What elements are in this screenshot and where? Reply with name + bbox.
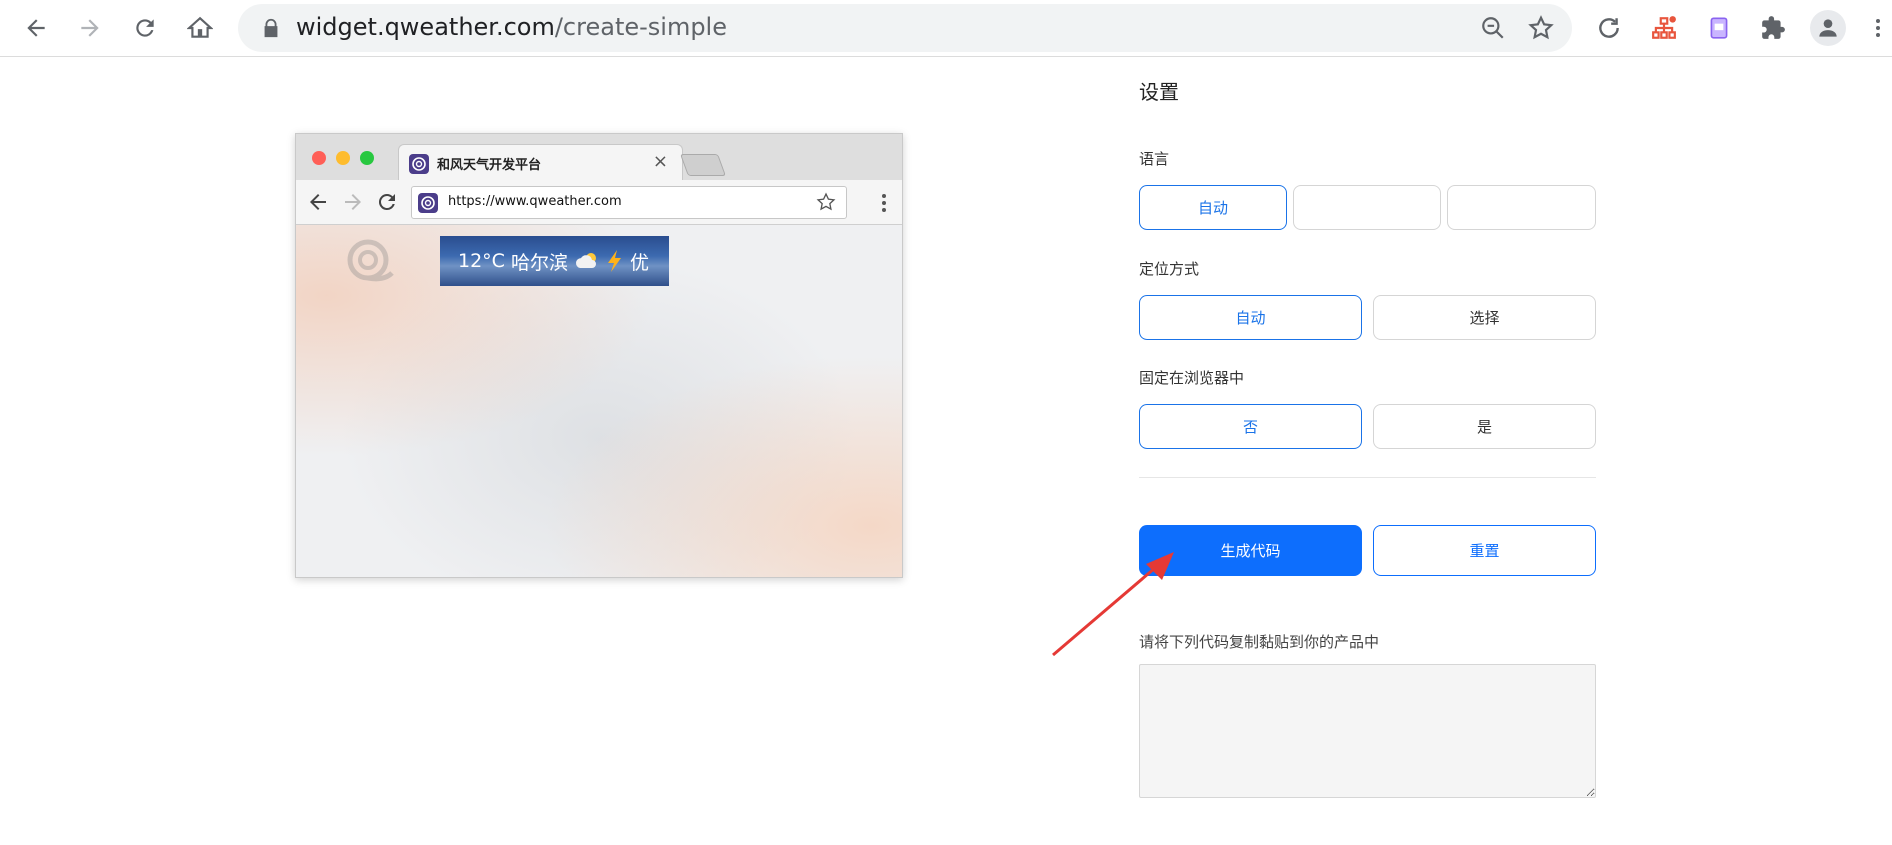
divider <box>1139 477 1596 478</box>
home-icon <box>187 16 213 38</box>
home-button[interactable] <box>182 10 218 46</box>
language-option-2[interactable] <box>1293 185 1441 230</box>
reload-button[interactable] <box>127 10 163 46</box>
reset-button[interactable]: 重置 <box>1373 525 1596 576</box>
widget-air-quality: 优 <box>629 251 649 274</box>
location-label: 定位方式 <box>1139 260 1200 278</box>
language-option-3[interactable] <box>1447 185 1596 230</box>
refresh-extension-icon <box>1599 18 1619 38</box>
preview-tab-title: 和风天气开发平台 <box>437 158 542 173</box>
qweather-favicon-icon <box>409 154 429 174</box>
note-extension-icon <box>1710 17 1728 39</box>
forward-arrow-icon <box>81 19 99 37</box>
menu-button[interactable] <box>1866 10 1890 46</box>
profile-icon <box>1819 19 1837 37</box>
extensions-button[interactable] <box>1755 10 1791 46</box>
address-bar[interactable]: widget.qweather.com/create-simple <box>238 4 1572 52</box>
code-output-textarea[interactable] <box>1139 664 1596 798</box>
sitemap-extension-icon <box>1652 16 1676 39</box>
preview-tab-bar: 和风天气开发平台 × <box>296 134 902 181</box>
url-host: widget.qweather.com <box>296 13 555 41</box>
sync-extension-button[interactable] <box>1591 10 1627 46</box>
back-arrow-icon <box>310 194 326 210</box>
location-option-select[interactable]: 选择 <box>1373 295 1596 340</box>
fixed-option-yes[interactable]: 是 <box>1373 404 1596 449</box>
lock-icon <box>264 18 278 38</box>
partly-cloudy-icon <box>575 253 596 268</box>
preview-nav-bar: https://www.qweather.com <box>296 180 902 225</box>
widget-city: 哈尔滨 <box>510 251 568 274</box>
star-icon[interactable] <box>1528 15 1554 41</box>
zoom-out-icon[interactable] <box>1480 15 1506 41</box>
fixed-label: 固定在浏览器中 <box>1139 369 1245 387</box>
back-button[interactable] <box>18 10 54 46</box>
sitemap-extension-button[interactable] <box>1646 10 1682 46</box>
maximize-dot-icon <box>360 151 374 165</box>
profile-button[interactable] <box>1810 10 1846 46</box>
weather-widget[interactable]: 12°C 哈尔滨 优 <box>440 236 669 286</box>
url-path: /create-simple <box>554 13 727 41</box>
language-option-auto[interactable]: 自动 <box>1139 185 1287 230</box>
annotation-arrow <box>1052 552 1174 657</box>
preview-page-body: 12°C 哈尔滨 优 <box>296 225 902 577</box>
minimize-dot-icon <box>336 151 350 165</box>
star-icon <box>816 192 836 211</box>
url-text: widget.qweather.com/create-simple <box>296 13 727 41</box>
more-vert-icon <box>1876 19 1880 37</box>
close-icon: × <box>652 151 668 172</box>
forward-arrow-icon <box>345 194 361 210</box>
browser-toolbar: widget.qweather.com/create-simple <box>0 0 1892 57</box>
settings-title: 设置 <box>1139 80 1179 104</box>
new-tab-icon <box>679 154 727 176</box>
language-label: 语言 <box>1139 150 1170 168</box>
preview-address-bar: https://www.qweather.com <box>411 186 847 219</box>
note-extension-button[interactable] <box>1701 10 1737 46</box>
close-dot-icon <box>312 151 326 165</box>
puzzle-icon <box>1762 16 1785 39</box>
reload-icon <box>378 193 395 210</box>
lightning-icon <box>607 250 621 272</box>
qweather-logo-icon <box>347 239 394 282</box>
forward-button[interactable] <box>72 10 108 46</box>
widget-temperature: 12°C <box>458 250 505 272</box>
back-arrow-icon <box>27 19 45 37</box>
fixed-option-no[interactable]: 否 <box>1139 404 1362 449</box>
reload-icon <box>136 19 154 37</box>
qweather-favicon-icon <box>418 193 438 213</box>
preview-tab: 和风天气开发平台 × <box>398 144 683 181</box>
preview-url: https://www.qweather.com <box>448 194 622 209</box>
widget-preview: 和风天气开发平台 × https://www.qweather.com 12°C… <box>295 133 903 578</box>
location-option-auto[interactable]: 自动 <box>1139 295 1362 340</box>
more-vert-icon <box>882 194 886 212</box>
